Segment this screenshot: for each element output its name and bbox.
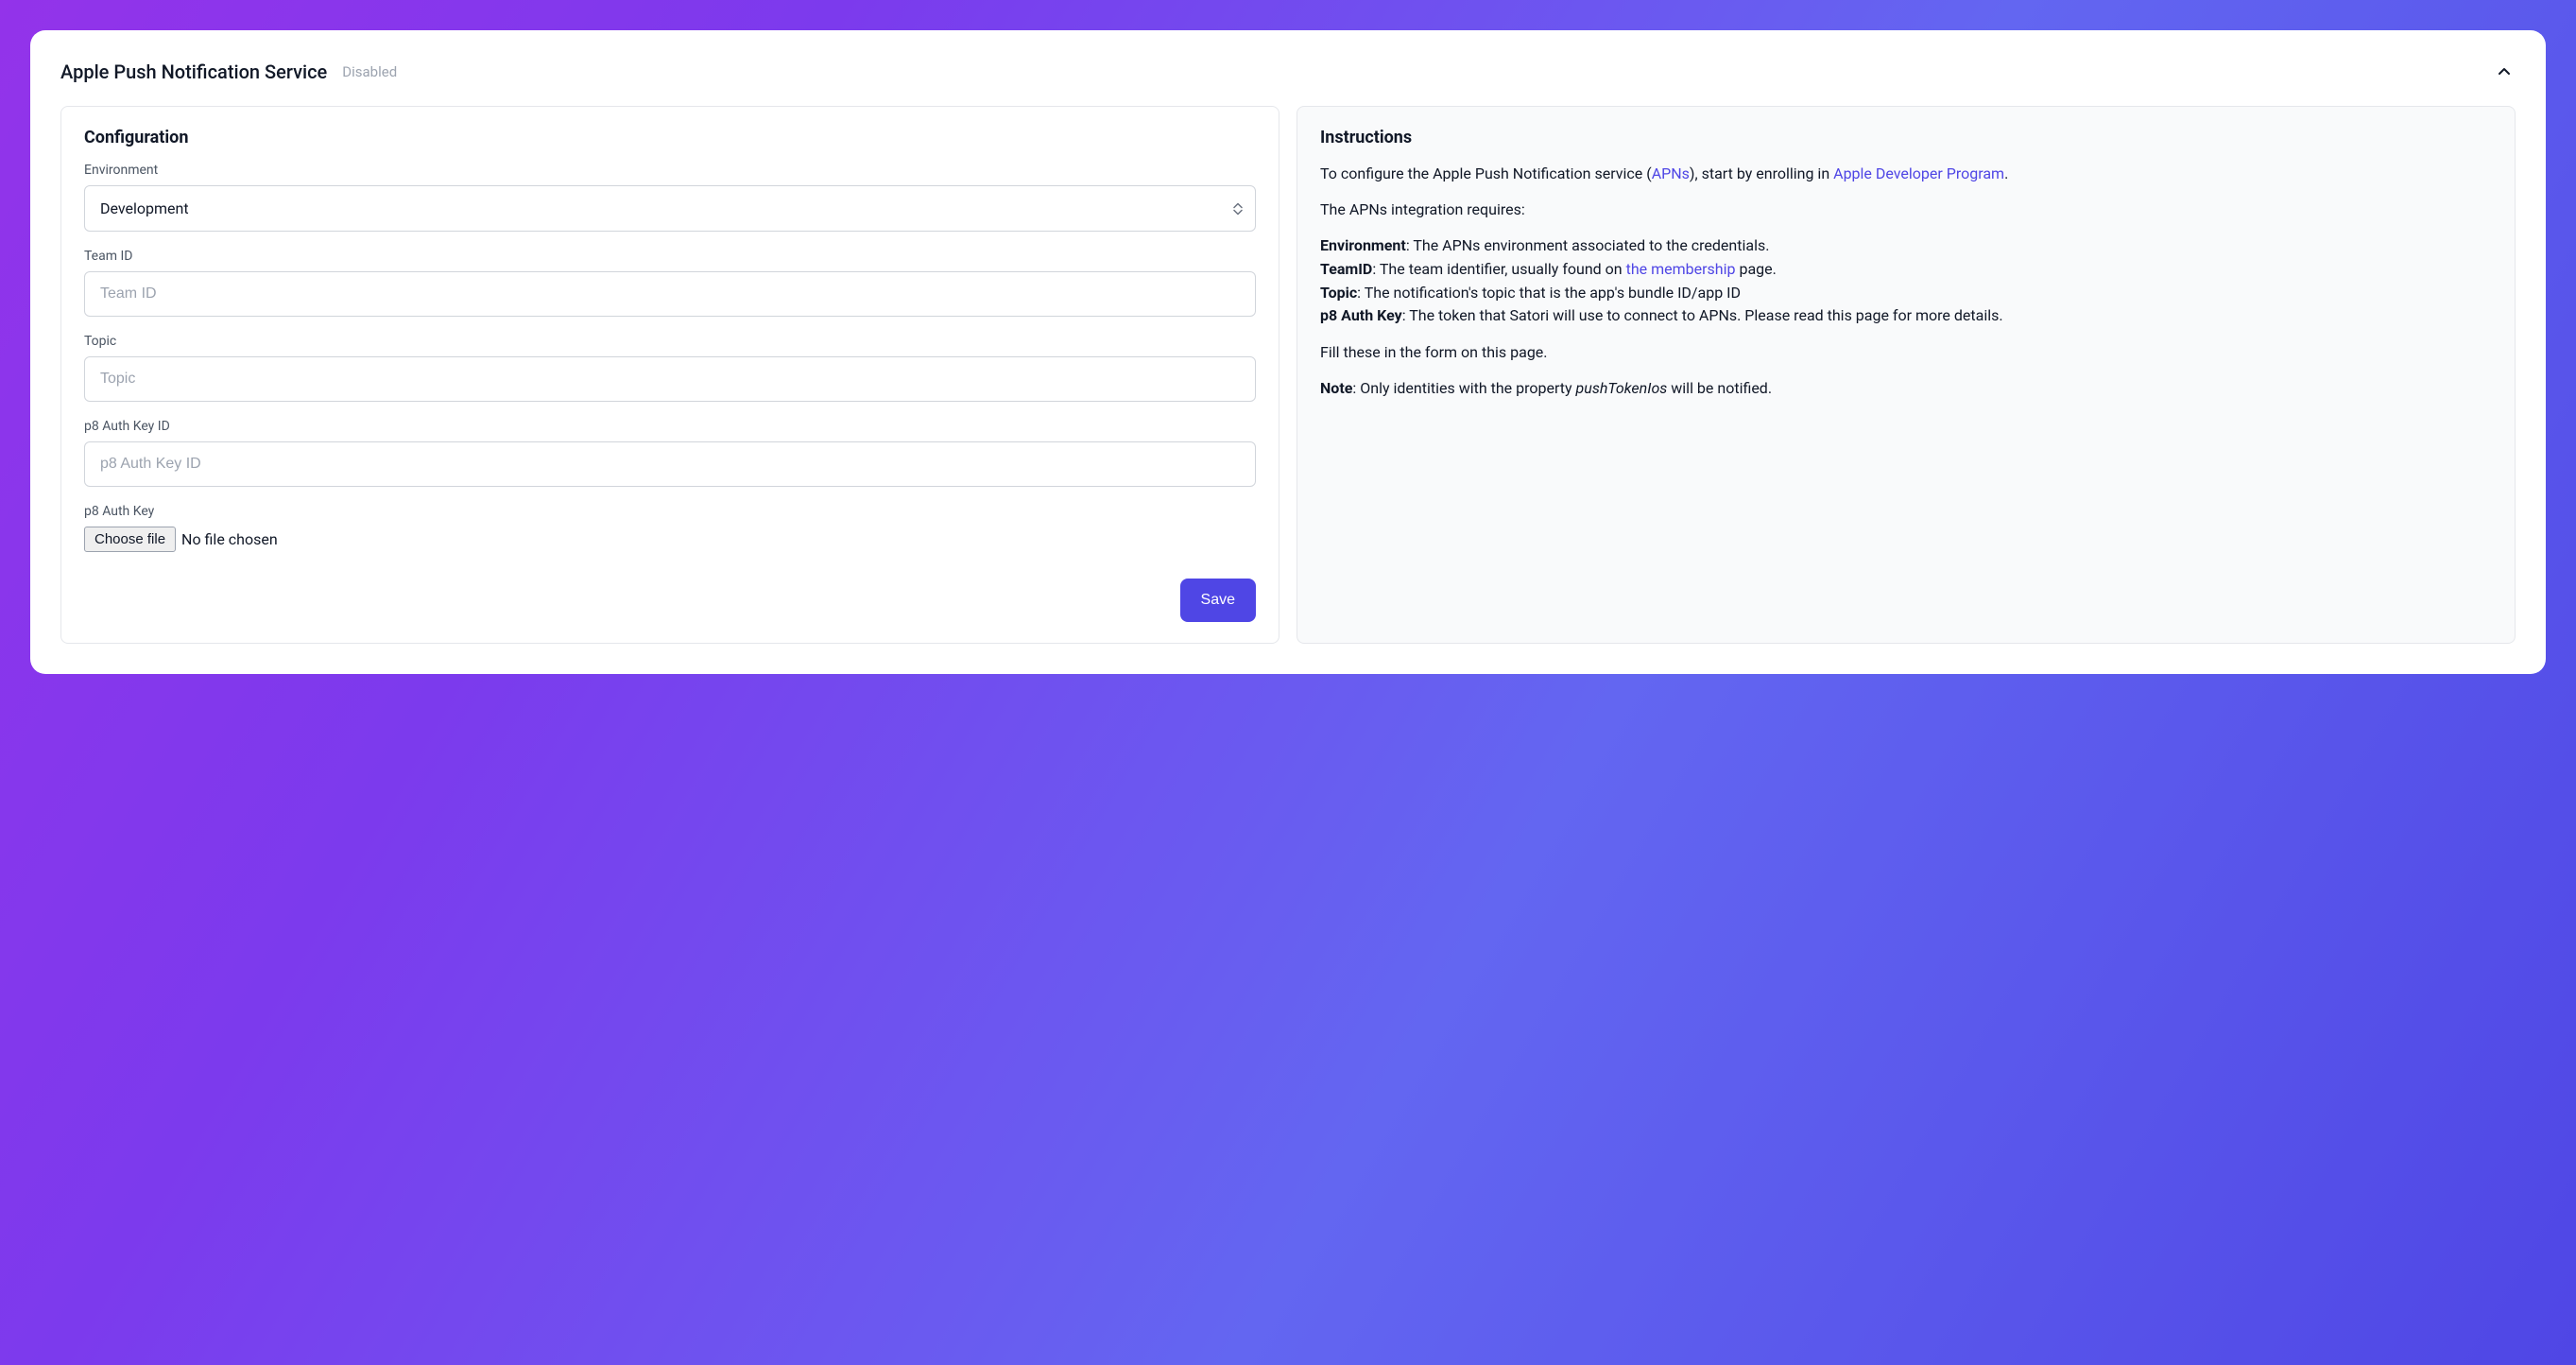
- card-header: Apple Push Notification Service Disabled: [60, 60, 2516, 83]
- def-p8-text: : The token that Satori will use to conn…: [1402, 306, 2003, 324]
- def-teamid-suffix: page.: [1735, 260, 1776, 278]
- topic-label: Topic: [84, 334, 1256, 349]
- apns-card: Apple Push Notification Service Disabled…: [30, 30, 2546, 674]
- environment-label: Environment: [84, 163, 1256, 178]
- note-line: Note: Only identities with the property …: [1320, 377, 2492, 400]
- chevron-up-icon: [2497, 64, 2512, 79]
- intro-mid: ), start by enrolling in: [1690, 164, 1833, 182]
- panels: Configuration Environment Development Te…: [60, 106, 2516, 644]
- page-title: Apple Push Notification Service: [60, 60, 327, 83]
- team-id-field-group: Team ID: [84, 249, 1256, 317]
- def-topic-label: Topic: [1320, 284, 1357, 302]
- def-p8: p8 Auth Key: The token that Satori will …: [1320, 304, 2492, 328]
- save-button[interactable]: Save: [1180, 579, 1256, 622]
- environment-select-wrapper: Development: [84, 185, 1256, 232]
- def-teamid-label: TeamID: [1320, 260, 1372, 278]
- environment-field-group: Environment Development: [84, 163, 1256, 232]
- def-teamid-prefix: : The team identifier, usually found on: [1372, 260, 1625, 278]
- def-teamid: TeamID: The team identifier, usually fou…: [1320, 258, 2492, 282]
- fill-line: Fill these in the form on this page.: [1320, 341, 2492, 364]
- def-environment-label: Environment: [1320, 236, 1406, 254]
- p8-auth-key-id-label: p8 Auth Key ID: [84, 419, 1256, 434]
- developer-program-link[interactable]: Apple Developer Program: [1833, 164, 2004, 182]
- def-topic: Topic: The notification's topic that is …: [1320, 282, 2492, 305]
- membership-link[interactable]: the membership: [1626, 260, 1736, 278]
- p8-auth-key-label: p8 Auth Key: [84, 504, 1256, 519]
- instructions-intro: To configure the Apple Push Notification…: [1320, 163, 2492, 185]
- intro-prefix: To configure the Apple Push Notification…: [1320, 164, 1652, 182]
- p8-auth-key-id-field-group: p8 Auth Key ID: [84, 419, 1256, 487]
- note-suffix: will be notified.: [1667, 379, 1772, 397]
- instructions-panel: Instructions To configure the Apple Push…: [1297, 106, 2516, 644]
- p8-auth-key-id-input[interactable]: [84, 441, 1256, 487]
- file-row: Choose file No file chosen: [84, 527, 1256, 552]
- p8-auth-key-field-group: p8 Auth Key Choose file No file chosen: [84, 504, 1256, 552]
- note-label: Note: [1320, 379, 1352, 397]
- topic-input[interactable]: [84, 356, 1256, 402]
- def-p8-label: p8 Auth Key: [1320, 306, 1402, 324]
- apns-link[interactable]: APNs: [1652, 164, 1690, 182]
- environment-select[interactable]: Development: [84, 185, 1256, 232]
- def-topic-text: : The notification's topic that is the a…: [1357, 284, 1741, 302]
- def-environment-text: : The APNs environment associated to the…: [1406, 236, 1770, 254]
- team-id-input[interactable]: [84, 271, 1256, 317]
- requires-line: The APNs integration requires:: [1320, 199, 2492, 221]
- header-left: Apple Push Notification Service Disabled: [60, 60, 397, 83]
- intro-suffix: .: [2004, 164, 2008, 182]
- note-italic: pushTokenIos: [1576, 379, 1668, 397]
- configuration-heading: Configuration: [84, 128, 1256, 147]
- definitions-block: Environment: The APNs environment associ…: [1320, 234, 2492, 328]
- status-badge: Disabled: [342, 63, 397, 80]
- choose-file-button[interactable]: Choose file: [84, 527, 176, 552]
- collapse-toggle[interactable]: [2493, 60, 2516, 83]
- note-prefix: : Only identities with the property: [1352, 379, 1575, 397]
- configuration-panel: Configuration Environment Development Te…: [60, 106, 1279, 644]
- team-id-label: Team ID: [84, 249, 1256, 264]
- instructions-body: To configure the Apple Push Notification…: [1320, 163, 2492, 400]
- button-row: Save: [84, 579, 1256, 622]
- topic-field-group: Topic: [84, 334, 1256, 402]
- file-status-text: No file chosen: [181, 530, 278, 548]
- def-environment: Environment: The APNs environment associ…: [1320, 234, 2492, 258]
- instructions-heading: Instructions: [1320, 128, 2492, 147]
